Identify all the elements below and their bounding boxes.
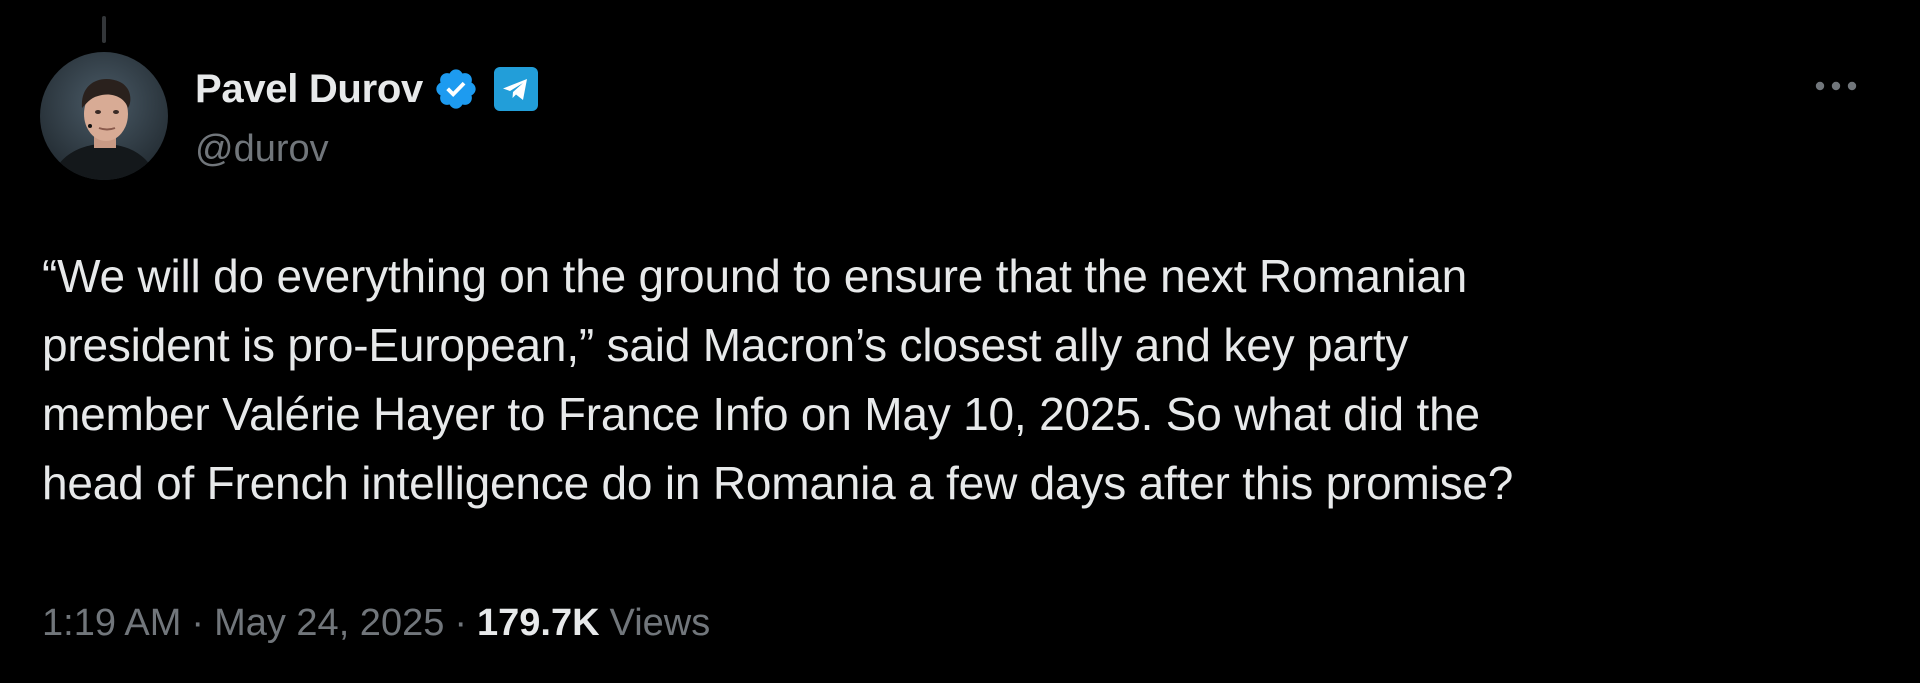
thread-connector-line — [102, 16, 106, 43]
author-handle[interactable]: @durov — [195, 128, 329, 171]
views-count: 179.7K — [477, 602, 600, 644]
avatar[interactable] — [40, 52, 168, 180]
tweet-time[interactable]: 1:19 AM — [42, 602, 181, 645]
telegram-icon[interactable] — [493, 66, 539, 112]
author-name-row: Pavel Durov — [195, 64, 539, 114]
tweet-meta: 1:19 AM · May 24, 2025 · 179.7K Views — [42, 602, 710, 645]
verified-badge-icon[interactable] — [433, 66, 479, 112]
tweet-text: “We will do everything on the ground to … — [42, 250, 1514, 509]
tweet-date[interactable]: May 24, 2025 — [214, 602, 444, 645]
profile-photo-icon — [40, 52, 168, 180]
author-display-name[interactable]: Pavel Durov — [195, 67, 423, 112]
meta-separator: · — [191, 602, 205, 644]
meta-separator: · — [454, 602, 467, 644]
views-label: Views — [609, 602, 711, 644]
more-options-button[interactable] — [1808, 66, 1864, 106]
more-options-icon — [1815, 81, 1857, 91]
tweet-card: Pavel Durov @durov “We will do everythin… — [0, 0, 1920, 683]
